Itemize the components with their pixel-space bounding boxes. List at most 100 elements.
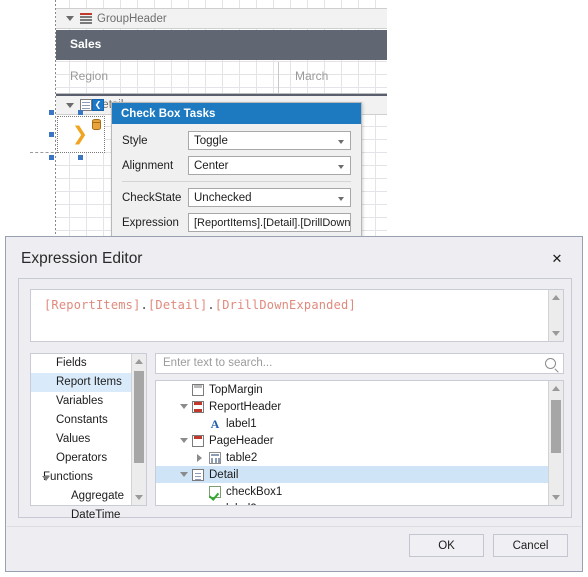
expression-text: [ReportItems].[Detail].[DrillDownExpande… <box>44 298 356 312</box>
task-label-checkstate: CheckState <box>122 191 182 204</box>
tree-item-label2[interactable]: A label2 <box>156 500 563 506</box>
close-icon[interactable]: ✕ <box>546 249 568 269</box>
category-item-functions[interactable]: Functions <box>31 468 146 487</box>
dialog-footer-divider <box>7 526 581 527</box>
column-divider <box>278 62 279 94</box>
category-item-operators[interactable]: Operators <box>31 449 146 468</box>
tree-item-topmargin[interactable]: TopMargin <box>156 381 563 398</box>
category-listbox[interactable]: Fields Report Items Variables Constants … <box>30 353 147 521</box>
tree-scrollbar[interactable] <box>548 381 563 505</box>
task-label-alignment: Alignment <box>122 159 174 172</box>
chevron-down-icon <box>338 140 344 144</box>
check-box-tasks-title: Check Box Tasks <box>112 103 361 124</box>
tree-item-table2-label: table2 <box>226 451 258 464</box>
category-item-datetime[interactable]: DateTime <box>31 506 146 525</box>
dialog-title: Expression Editor <box>21 250 143 267</box>
column-header-region: Region <box>70 69 109 83</box>
resize-handle[interactable] <box>49 155 54 160</box>
style-dropdown[interactable]: Toggle <box>188 131 351 150</box>
tree-item-reportheader-label: ReportHeader <box>209 400 282 413</box>
category-item-values[interactable]: Values <box>31 430 146 449</box>
band-collapse-icon[interactable] <box>66 16 74 21</box>
band-collapse-icon-detail[interactable] <box>66 102 74 108</box>
task-label-expression: Expression <box>122 216 179 229</box>
report-items-tree[interactable]: TopMargin ReportHeader A label1 PageHead… <box>155 380 564 506</box>
expression-field[interactable]: [ReportItems].[Detail].[DrillDown <box>188 213 351 232</box>
scroll-up-icon[interactable] <box>552 295 560 300</box>
smart-tag-button[interactable]: ❮ <box>92 99 104 111</box>
category-item-report-items[interactable]: Report Items <box>31 373 146 392</box>
task-row-style: Style Toggle <box>122 131 351 150</box>
style-value: Toggle <box>194 134 228 147</box>
checkbox-icon <box>209 485 221 498</box>
resize-handle[interactable] <box>78 155 83 160</box>
expression-punct-2: . <box>207 298 215 312</box>
top-margin-icon <box>192 383 204 396</box>
tree-item-label1-label: label1 <box>226 417 257 430</box>
table-icon <box>209 451 221 464</box>
band-label-groupheader: GroupHeader <box>97 12 167 25</box>
alignment-dropdown[interactable]: Center <box>188 156 351 175</box>
page-header-icon <box>192 434 204 447</box>
scroll-up-icon[interactable] <box>135 359 143 364</box>
group-header-icon <box>80 13 92 24</box>
resize-handle[interactable] <box>78 110 83 115</box>
category-item-functions-label: Functions <box>43 471 93 483</box>
scrollbar-thumb[interactable] <box>134 371 144 463</box>
band-strip-groupheader[interactable]: GroupHeader <box>56 8 387 29</box>
chevron-down-icon[interactable] <box>180 404 188 409</box>
task-label-style: Style <box>122 134 148 147</box>
chevron-right-icon[interactable] <box>197 454 202 462</box>
chevron-down-icon[interactable] <box>42 476 50 481</box>
category-item-fields[interactable]: Fields <box>31 354 146 373</box>
tree-item-topmargin-label: TopMargin <box>209 383 263 396</box>
tree-item-pageheader[interactable]: PageHeader <box>156 432 563 449</box>
expression-token-3: [DrillDownExpanded] <box>214 298 356 312</box>
tree-item-reportheader[interactable]: ReportHeader <box>156 398 563 415</box>
sales-header-text: Sales <box>70 37 102 51</box>
screen: GroupHeader Sales Region March Detail ❮ … <box>0 0 588 577</box>
tree-item-detail-label: Detail <box>209 468 239 481</box>
task-separator <box>122 181 351 182</box>
tree-item-label1[interactable]: A label1 <box>156 415 563 432</box>
scrollbar-thumb[interactable] <box>551 400 561 453</box>
check-box-tasks-panel[interactable]: Check Box Tasks Style Toggle Alignment C… <box>111 102 362 237</box>
expression-textarea[interactable]: [ReportItems].[Detail].[DrillDownExpande… <box>30 289 564 342</box>
search-icon[interactable] <box>545 358 556 369</box>
scroll-down-icon[interactable] <box>135 495 143 500</box>
category-scrollbar[interactable] <box>131 354 146 505</box>
resize-handle[interactable] <box>49 110 54 115</box>
expression-scrollbar[interactable] <box>548 290 563 341</box>
scroll-down-icon[interactable] <box>552 331 560 336</box>
tree-item-checkbox1-label: checkBox1 <box>226 485 283 498</box>
category-item-variables[interactable]: Variables <box>31 392 146 411</box>
category-item-constants[interactable]: Constants <box>31 411 146 430</box>
task-row-checkstate: CheckState Unchecked <box>122 188 351 207</box>
resize-handle[interactable] <box>49 132 54 137</box>
cancel-button[interactable]: Cancel <box>493 534 568 557</box>
scroll-up-icon[interactable] <box>552 386 560 391</box>
checkstate-dropdown[interactable]: Unchecked <box>188 188 351 207</box>
expression-punct-1: . <box>140 298 148 312</box>
selected-checkbox-control[interactable]: ❯ <box>57 116 105 153</box>
detail-icon <box>192 468 204 481</box>
report-header-icon <box>192 400 204 413</box>
ok-button[interactable]: OK <box>409 534 484 557</box>
toggle-chevron-icon: ❯ <box>72 124 88 145</box>
expression-editor-dialog: Expression Editor ✕ [ReportItems].[Detai… <box>5 236 583 572</box>
expression-token-2: [Detail] <box>147 298 208 312</box>
chevron-down-icon <box>338 165 344 169</box>
tree-item-detail[interactable]: Detail <box>156 466 563 483</box>
category-item-aggregate[interactable]: Aggregate <box>31 487 146 506</box>
alignment-value: Center <box>194 159 229 172</box>
chevron-down-icon[interactable] <box>180 438 188 443</box>
search-input[interactable]: Enter text to search... <box>155 353 564 374</box>
scroll-down-icon[interactable] <box>552 495 560 500</box>
chevron-down-icon[interactable] <box>180 472 188 477</box>
tree-item-checkbox1[interactable]: checkBox1 <box>156 483 563 500</box>
dialog-buttons: OK Cancel <box>409 534 568 557</box>
tree-item-pageheader-label: PageHeader <box>209 434 274 447</box>
tree-item-table2[interactable]: table2 <box>156 449 563 466</box>
column-header-march: March <box>295 69 329 83</box>
chevron-down-icon <box>338 197 344 201</box>
